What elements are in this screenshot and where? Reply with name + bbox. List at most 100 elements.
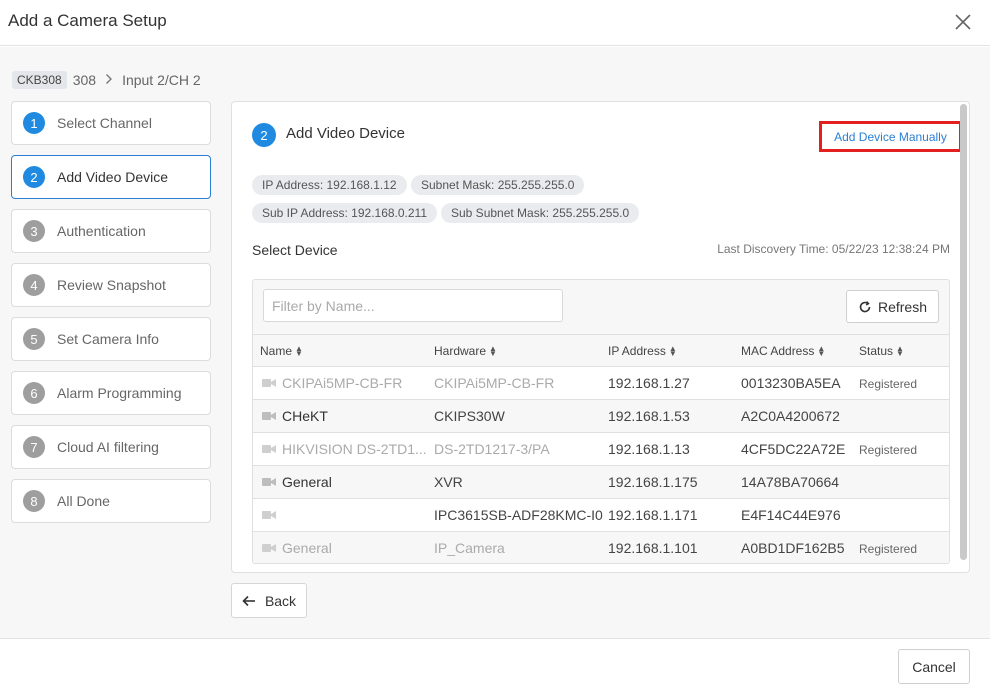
cell-name: CKIPAi5MP-CB-FR [282, 375, 403, 391]
step-label: Add Video Device [57, 169, 169, 185]
cell-name: CHeKT [282, 408, 328, 424]
status-badge: Registered [859, 377, 918, 391]
cell-name: General [282, 474, 332, 490]
cell-hardware: CKIPAi5MP-CB-FR [434, 375, 555, 391]
back-label: Back [264, 592, 297, 609]
step-number: 8 [23, 490, 45, 512]
cell-mac-address: A2C0A4200672 [741, 408, 840, 424]
column-label: Name [260, 344, 293, 358]
column-label: Hardware [434, 344, 487, 358]
step-number: 3 [23, 220, 45, 242]
table-row[interactable]: General IP_Camera 192.168.1.101 A0BD1DF1… [253, 532, 949, 563]
close-button[interactable] [950, 9, 976, 35]
highlight-box: Add Device Manually [819, 121, 962, 152]
sort-icon: ▲ ▼ [668, 344, 677, 358]
add-device-manually-link[interactable]: Add Device Manually [834, 130, 947, 144]
sub-ip-address-chip: Sub IP Address: 192.168.0.211 [252, 203, 438, 223]
cell-ip-address: 192.168.1.175 [608, 474, 698, 490]
status-badge: Registered [859, 542, 918, 556]
step-number: 2 [23, 166, 45, 188]
column-header-mac-address[interactable]: MAC Address ▲ ▼ [741, 344, 825, 358]
step-label: Authentication [57, 223, 146, 239]
column-label: Status [859, 344, 894, 358]
step-cloud-ai-filtering[interactable]: 7 Cloud AI filtering [11, 425, 211, 469]
breadcrumb-device[interactable]: 308 [73, 72, 96, 88]
status-badge: Registered [859, 443, 918, 457]
step-label: Select Channel [57, 115, 152, 131]
cell-ip-address: 192.168.1.171 [608, 507, 698, 523]
panel-scrollbar[interactable] [960, 104, 967, 560]
table-row[interactable]: CHeKT CKIPS30W 192.168.1.53 A2C0A4200672 [253, 400, 949, 433]
step-set-camera-info[interactable]: 5 Set Camera Info [11, 317, 211, 361]
column-header-hardware[interactable]: Hardware ▲ ▼ [434, 344, 497, 358]
step-label: Alarm Programming [57, 385, 182, 401]
step-number: 1 [23, 112, 45, 134]
column-header-ip-address[interactable]: IP Address ▲ ▼ [608, 344, 677, 358]
cell-hardware: IPC3615SB-ADF28KMC-I0 [434, 507, 603, 523]
camera-icon [262, 379, 276, 387]
sort-icon: ▲ ▼ [489, 344, 497, 358]
chevron-right-icon [105, 72, 113, 88]
cell-mac-address: 4CF5DC22A72E [741, 441, 846, 457]
step-label: Cloud AI filtering [57, 439, 159, 455]
dialog-title: Add a Camera Setup [8, 11, 167, 30]
table-header: Name ▲ ▼ Hardware ▲ ▼ IP Address ▲ ▼ MAC Ad… [253, 334, 949, 367]
column-header-status[interactable]: Status ▲ ▼ [859, 344, 904, 358]
sort-icon: ▲ ▼ [817, 344, 826, 358]
close-icon [955, 14, 971, 30]
dialog-header: Add a Camera Setup [0, 0, 990, 46]
sort-icon: ▲ ▼ [295, 344, 303, 358]
breadcrumb: CKB308 308 Input 2/CH 2 [12, 70, 201, 90]
step-number: 5 [23, 328, 45, 350]
add-video-device-panel: 2 Add Video Device Add Device Manually I… [231, 101, 970, 573]
panel-step-number: 2 [252, 123, 276, 147]
step-all-done[interactable]: 8 All Done [11, 479, 211, 523]
camera-icon [262, 445, 276, 453]
table-row[interactable]: CKIPAi5MP-CB-FR CKIPAi5MP-CB-FR 192.168.… [253, 367, 949, 400]
step-authentication[interactable]: 3 Authentication [11, 209, 211, 253]
table-row[interactable]: General XVR 192.168.1.175 14A78BA70664 [253, 466, 949, 499]
last-discovery-time: Last Discovery Time: 05/22/23 12:38:24 P… [717, 242, 950, 256]
column-header-name[interactable]: Name ▲ ▼ [260, 344, 303, 358]
cell-name: HIKVISION DS-2TD1... [282, 441, 427, 457]
cell-name: General [282, 540, 332, 556]
step-select-channel[interactable]: 1 Select Channel [11, 101, 211, 145]
filter-by-name-input[interactable] [263, 289, 563, 322]
add-camera-dialog: Add a Camera Setup CKB308 308 Input 2/CH… [0, 0, 990, 690]
step-label: All Done [57, 493, 110, 509]
select-device-label: Select Device [252, 242, 338, 258]
step-label: Set Camera Info [57, 331, 159, 347]
camera-icon [262, 412, 276, 420]
table-row[interactable]: HIKVISION DS-2TD1... DS-2TD1217-3/PA 192… [253, 433, 949, 466]
step-label: Review Snapshot [57, 277, 166, 293]
refresh-icon [859, 300, 871, 312]
step-alarm-programming[interactable]: 6 Alarm Programming [11, 371, 211, 415]
device-table: Refresh Name ▲▼ Hardware ▲▼ IP Address ▲… [252, 279, 950, 564]
step-number: 6 [23, 382, 45, 404]
cell-hardware: CKIPS30W [434, 408, 505, 424]
sort-icon: ▲ ▼ [896, 344, 904, 358]
cell-mac-address: 0013230BA5EA [741, 375, 841, 391]
step-number: 7 [23, 436, 45, 458]
step-number: 4 [23, 274, 45, 296]
back-button[interactable]: Back [231, 583, 307, 618]
refresh-button[interactable]: Refresh [846, 290, 939, 323]
camera-icon [262, 478, 276, 486]
column-label: MAC Address [741, 344, 815, 358]
refresh-label: Refresh [877, 298, 928, 315]
camera-icon [262, 544, 276, 552]
table-row[interactable]: IPC3615SB-ADF28KMC-I0 192.168.1.171 E4F1… [253, 499, 949, 532]
cell-mac-address: 14A78BA70664 [741, 474, 840, 490]
cell-mac-address: E4F14C44E976 [741, 507, 841, 523]
breadcrumb-device-chip: CKB308 [12, 71, 67, 89]
cell-mac-address: A0BD1DF162B5 [741, 540, 845, 556]
arrow-left-icon [242, 595, 255, 606]
cancel-button[interactable]: Cancel [898, 649, 970, 684]
camera-icon [262, 511, 276, 519]
column-label: IP Address [608, 344, 666, 358]
step-review-snapshot[interactable]: 4 Review Snapshot [11, 263, 211, 307]
cell-ip-address: 192.168.1.13 [608, 441, 690, 457]
ip-address-chip: IP Address: 192.168.1.12 [252, 175, 407, 195]
step-add-video-device[interactable]: 2 Add Video Device [11, 155, 211, 199]
cell-ip-address: 192.168.1.101 [608, 540, 698, 556]
